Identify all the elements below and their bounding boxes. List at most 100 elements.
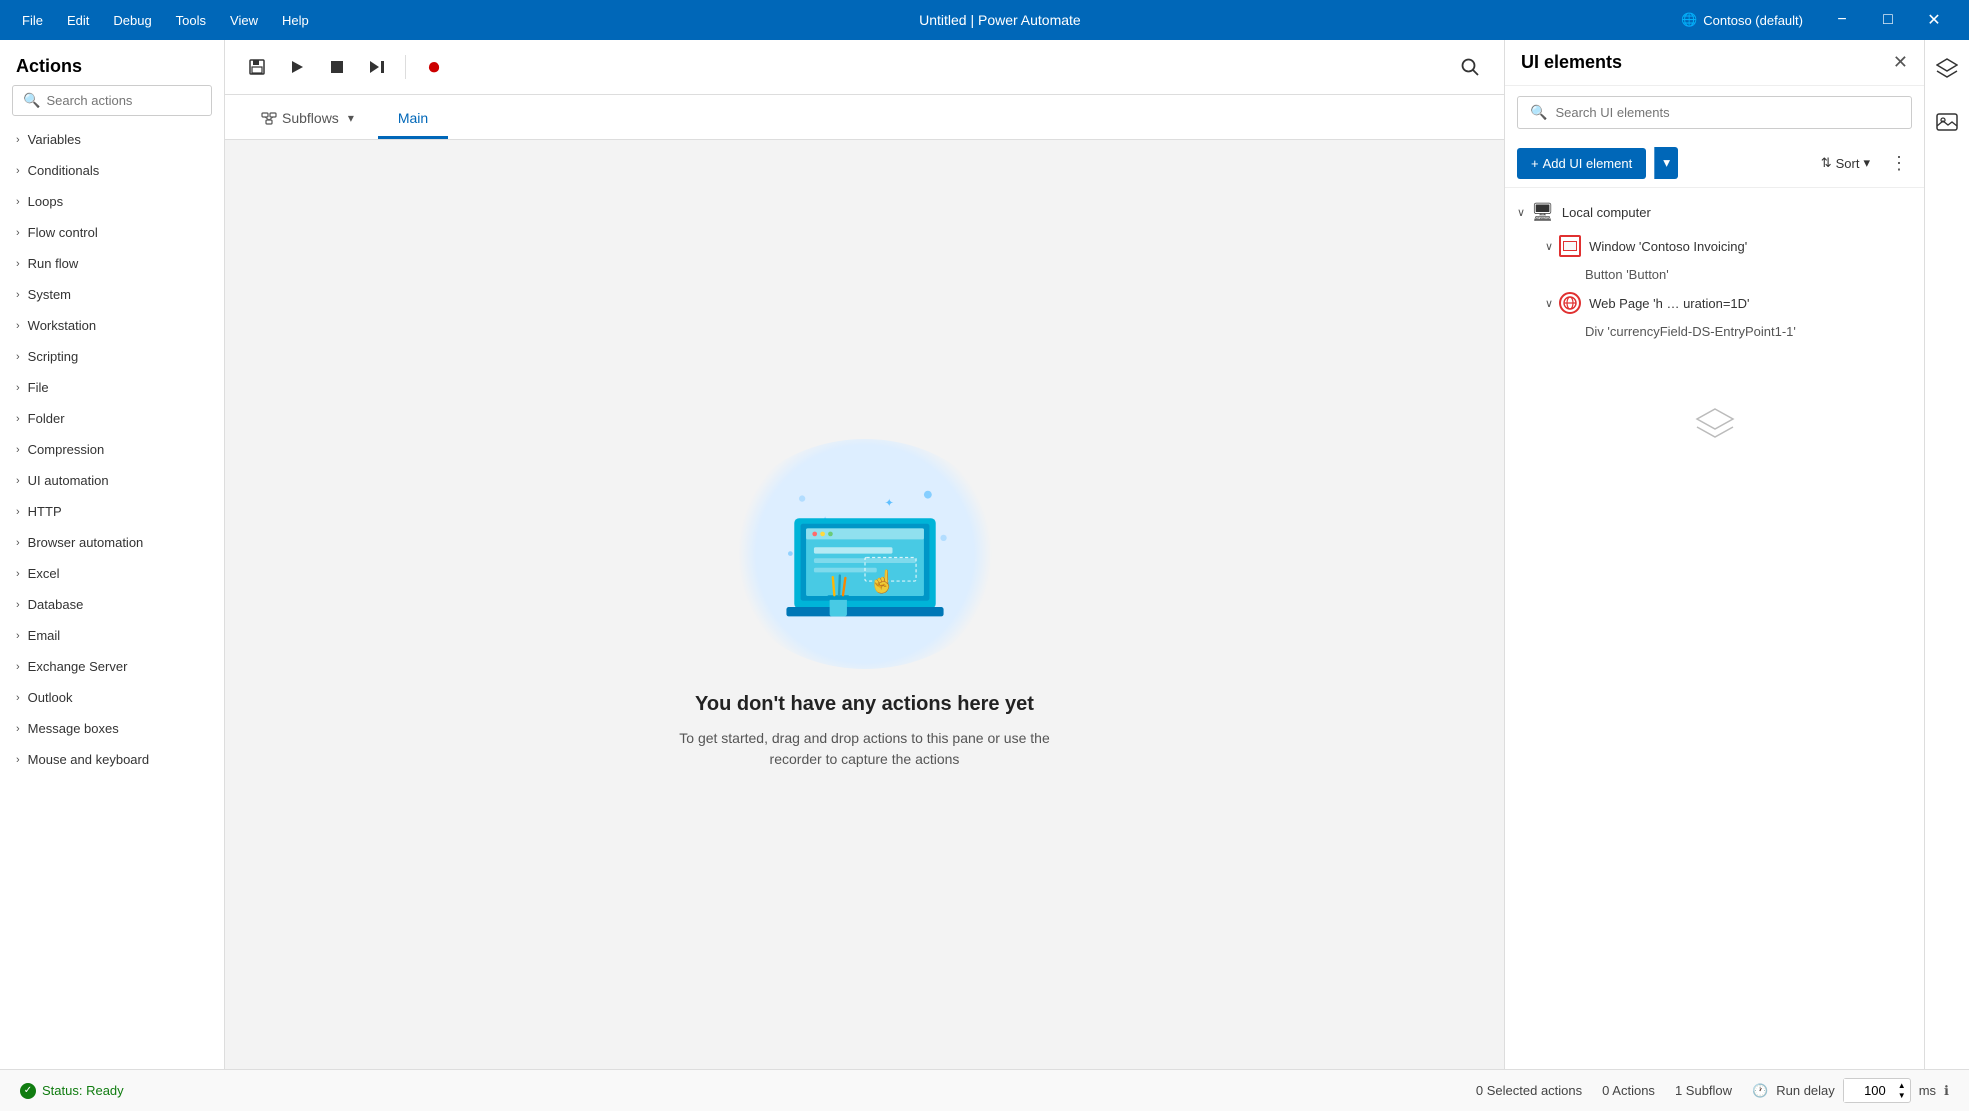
action-item-flow-control[interactable]: › Flow control (0, 217, 224, 248)
delay-decrement-button[interactable]: ▼ (1894, 1091, 1910, 1101)
tree-item-webpage[interactable]: ∨ Web Page 'h … uration=1D' (1533, 286, 1924, 320)
action-label: Run flow (28, 256, 79, 271)
tab-main[interactable]: Main (378, 100, 448, 139)
chevron-icon: › (16, 661, 20, 673)
chevron-icon: › (16, 413, 20, 425)
action-item-exchange[interactable]: › Exchange Server (0, 651, 224, 682)
sort-chevron-icon: ▾ (1863, 155, 1870, 171)
next-step-button[interactable] (361, 51, 393, 83)
local-computer-label: Local computer (1562, 205, 1651, 220)
info-icon[interactable]: ℹ (1944, 1083, 1949, 1099)
tree-item-local-computer[interactable]: ∨ 🖥 Local computer (1505, 196, 1924, 229)
play-button[interactable] (281, 51, 313, 83)
action-item-run-flow[interactable]: › Run flow (0, 248, 224, 279)
chevron-icon: › (16, 320, 20, 332)
ui-elements-panel: UI elements ✕ 🔍 + Add UI element ▾ ⇅ Sor… (1504, 40, 1924, 1069)
close-button[interactable]: ✕ (1911, 0, 1957, 40)
status-dot (20, 1083, 36, 1099)
more-options-button[interactable]: ⋮ (1886, 149, 1912, 178)
delay-increment-button[interactable]: ▲ (1894, 1081, 1910, 1091)
chevron-icon: › (16, 351, 20, 363)
menu-edit[interactable]: Edit (57, 9, 99, 32)
sort-button[interactable]: ⇅ Sort ▾ (1813, 149, 1878, 177)
actions-search-box[interactable]: 🔍 (12, 85, 212, 116)
action-item-http[interactable]: › HTTP (0, 496, 224, 527)
flow-canvas[interactable]: ✦ ✦ ✦ (225, 140, 1504, 1069)
tree-child-div[interactable]: Div 'currencyField-DS-EntryPoint1-1' (1533, 320, 1924, 343)
ui-elements-search-box[interactable]: 🔍 (1517, 96, 1912, 129)
add-ui-element-button[interactable]: + Add UI element (1517, 148, 1646, 179)
action-item-conditionals[interactable]: › Conditionals (0, 155, 224, 186)
svg-text:✦: ✦ (884, 498, 893, 510)
run-delay-label: Run delay (1776, 1083, 1835, 1098)
action-item-mouse-keyboard[interactable]: › Mouse and keyboard (0, 744, 224, 775)
sort-label: Sort (1836, 156, 1860, 171)
user-account[interactable]: 🌐 Contoso (default) (1681, 12, 1803, 28)
statusbar: Status: Ready 0 Selected actions 0 Actio… (0, 1069, 1969, 1111)
menu-bar: File Edit Debug Tools View Help (12, 9, 319, 32)
action-item-database[interactable]: › Database (0, 589, 224, 620)
action-item-scripting[interactable]: › Scripting (0, 341, 224, 372)
action-item-outlook[interactable]: › Outlook (0, 682, 224, 713)
layers-icon[interactable] (1930, 52, 1964, 90)
subflows-dropdown-icon[interactable]: ▾ (348, 111, 354, 125)
tree-subgroup-window: ∨ Window 'Contoso Invoicing' Button 'But… (1505, 229, 1924, 286)
menu-help[interactable]: Help (272, 9, 319, 32)
record-button[interactable]: ⏺ (418, 51, 450, 83)
action-item-ui-automation[interactable]: › UI automation (0, 465, 224, 496)
menu-debug[interactable]: Debug (103, 9, 161, 32)
clock-icon: 🕐 (1752, 1083, 1768, 1099)
action-item-browser-automation[interactable]: › Browser automation (0, 527, 224, 558)
chevron-icon: › (16, 382, 20, 394)
action-item-email[interactable]: › Email (0, 620, 224, 651)
action-item-compression[interactable]: › Compression (0, 434, 224, 465)
chevron-icon: › (16, 444, 20, 456)
side-icons (1924, 40, 1969, 1069)
tab-subflows[interactable]: Subflows ▾ (241, 100, 374, 139)
maximize-button[interactable]: □ (1865, 0, 1911, 40)
action-label: Database (28, 597, 84, 612)
empty-subtitle: To get started, drag and drop actions to… (665, 728, 1065, 770)
actions-panel-title: Actions (0, 40, 224, 85)
ui-elements-close-button[interactable]: ✕ (1893, 52, 1908, 73)
action-item-loops[interactable]: › Loops (0, 186, 224, 217)
tree-group-local: ∨ 🖥 Local computer ∨ Window 'Contoso Inv… (1505, 196, 1924, 343)
statusbar-right: 0 Selected actions 0 Actions 1 Subflow 🕐… (1476, 1078, 1949, 1103)
action-item-excel[interactable]: › Excel (0, 558, 224, 589)
search-actions-input[interactable] (46, 93, 222, 108)
stop-button[interactable] (321, 51, 353, 83)
chevron-icon: › (16, 475, 20, 487)
action-item-system[interactable]: › System (0, 279, 224, 310)
action-item-file[interactable]: › File (0, 372, 224, 403)
chevron-icon: › (16, 723, 20, 735)
action-label: Loops (28, 194, 63, 209)
minimize-button[interactable]: − (1819, 0, 1865, 40)
add-ui-element-dropdown[interactable]: ▾ (1654, 147, 1678, 179)
tree-child-button[interactable]: Button 'Button' (1533, 263, 1924, 286)
toolbar-separator (405, 55, 406, 79)
search-button[interactable] (1452, 51, 1488, 83)
image-icon[interactable] (1930, 106, 1964, 144)
add-ui-element-label: Add UI element (1543, 156, 1633, 171)
run-delay-input[interactable] (1844, 1079, 1894, 1102)
action-label: Workstation (28, 318, 96, 333)
search-ui-elements-input[interactable] (1555, 105, 1899, 120)
titlebar: File Edit Debug Tools View Help Untitled… (0, 0, 1969, 40)
chevron-icon: › (16, 506, 20, 518)
action-label: Folder (28, 411, 65, 426)
menu-view[interactable]: View (220, 9, 268, 32)
app-title: Untitled | Power Automate (339, 12, 1661, 28)
save-button[interactable] (241, 51, 273, 83)
action-item-message-boxes[interactable]: › Message boxes (0, 713, 224, 744)
action-item-variables[interactable]: › Variables (0, 124, 224, 155)
chevron-icon: › (16, 537, 20, 549)
chevron-icon: › (16, 196, 20, 208)
action-label: Outlook (28, 690, 73, 705)
menu-file[interactable]: File (12, 9, 53, 32)
tree-item-window[interactable]: ∨ Window 'Contoso Invoicing' (1533, 229, 1924, 263)
action-item-folder[interactable]: › Folder (0, 403, 224, 434)
window-item-label: Window 'Contoso Invoicing' (1589, 239, 1747, 254)
action-label: Mouse and keyboard (28, 752, 149, 767)
menu-tools[interactable]: Tools (166, 9, 216, 32)
action-item-workstation[interactable]: › Workstation (0, 310, 224, 341)
